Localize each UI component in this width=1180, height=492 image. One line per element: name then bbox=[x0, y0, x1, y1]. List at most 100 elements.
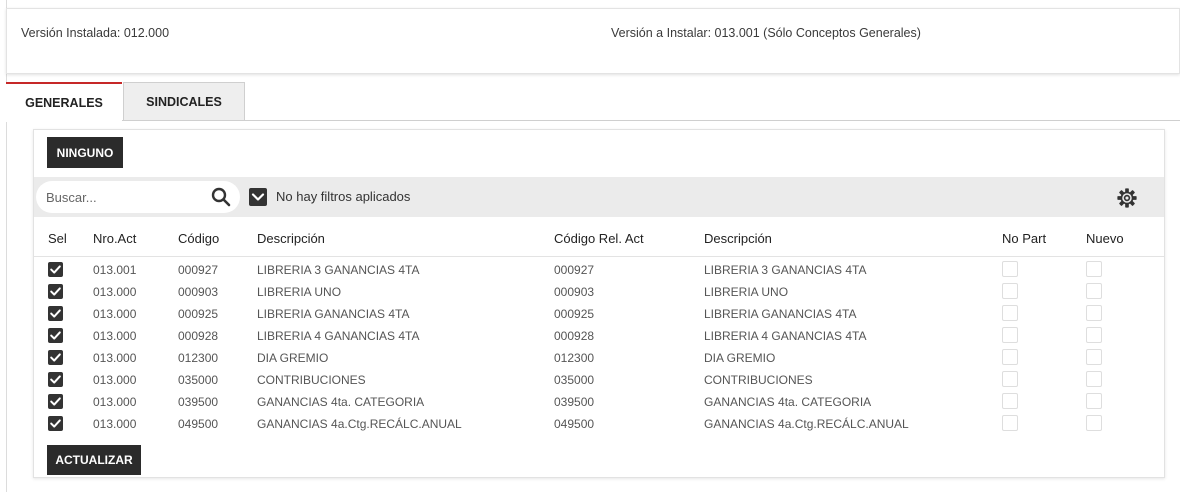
cell-codigo-rel-act: 000927 bbox=[554, 263, 595, 277]
row-select-checkbox[interactable] bbox=[48, 350, 63, 365]
no-part-checkbox[interactable] bbox=[1002, 415, 1018, 431]
gear-icon[interactable] bbox=[1116, 187, 1138, 209]
table-row: 013.001 000927 LIBRERIA 3 GANANCIAS 4TA … bbox=[34, 260, 1164, 282]
row-select-checkbox[interactable] bbox=[48, 262, 63, 277]
cell-nro-act: 013.000 bbox=[93, 329, 137, 343]
cell-descripcion: LIBRERIA GANANCIAS 4TA bbox=[257, 307, 410, 321]
row-select-checkbox[interactable] bbox=[48, 306, 63, 321]
nuevo-checkbox[interactable] bbox=[1086, 261, 1102, 277]
nuevo-checkbox[interactable] bbox=[1086, 371, 1102, 387]
column-header-codigo[interactable]: Código bbox=[178, 231, 219, 246]
checkmark-icon bbox=[50, 287, 61, 296]
checkmark-icon bbox=[50, 419, 61, 428]
cell-codigo: 012300 bbox=[178, 351, 219, 365]
chevron-down-icon bbox=[251, 193, 265, 201]
nuevo-checkbox[interactable] bbox=[1086, 415, 1102, 431]
cell-codigo-rel-act: 000903 bbox=[554, 285, 595, 299]
filter-toggle[interactable] bbox=[249, 188, 267, 206]
cell-codigo: 035000 bbox=[178, 373, 219, 387]
cell-descripcion: LIBRERIA 4 GANANCIAS 4TA bbox=[257, 329, 420, 343]
column-header-nro-act[interactable]: Nro.Act bbox=[93, 231, 136, 246]
no-part-checkbox[interactable] bbox=[1002, 371, 1018, 387]
table-row: 013.000 049500 GANANCIAS 4a.Ctg.RECÁLC.A… bbox=[34, 414, 1164, 436]
actualizar-button[interactable]: ACTUALIZAR bbox=[47, 445, 141, 475]
search-input[interactable] bbox=[46, 187, 196, 207]
nuevo-checkbox[interactable] bbox=[1086, 283, 1102, 299]
column-header-descripcion[interactable]: Descripción bbox=[257, 231, 325, 246]
checkmark-icon bbox=[50, 331, 61, 340]
table-header: Sel Nro.Act Código Descripción Código Re… bbox=[34, 217, 1164, 257]
install-version-label: Versión a Instalar: 013.001 (Sólo Concep… bbox=[611, 26, 921, 40]
cell-codigo: 000928 bbox=[178, 329, 219, 343]
filter-bar: No hay filtros aplicados bbox=[34, 177, 1164, 217]
no-part-checkbox[interactable] bbox=[1002, 283, 1018, 299]
cell-descripcion: LIBRERIA UNO bbox=[257, 285, 342, 299]
cell-nro-act: 013.000 bbox=[93, 373, 137, 387]
table-row: 013.000 000903 LIBRERIA UNO 000903 LIBRE… bbox=[34, 282, 1164, 304]
nuevo-checkbox[interactable] bbox=[1086, 327, 1102, 343]
cell-nro-act: 013.001 bbox=[93, 263, 137, 277]
cell-descripcion: GANANCIAS 4ta. CATEGORIA bbox=[257, 395, 425, 409]
no-part-checkbox[interactable] bbox=[1002, 327, 1018, 343]
row-select-checkbox[interactable] bbox=[48, 372, 63, 387]
cell-descripcion: DIA GREMIO bbox=[257, 351, 329, 365]
checkmark-icon bbox=[50, 265, 61, 274]
cell-descripcion-rel: LIBRERIA 3 GANANCIAS 4TA bbox=[704, 263, 867, 277]
cell-descripcion-rel: GANANCIAS 4a.Ctg.RECÁLC.ANUAL bbox=[704, 417, 909, 431]
tab-generales[interactable]: GENERALES bbox=[6, 82, 122, 122]
cell-descripcion-rel: LIBRERIA UNO bbox=[704, 285, 789, 299]
no-part-checkbox[interactable] bbox=[1002, 393, 1018, 409]
no-part-checkbox[interactable] bbox=[1002, 261, 1018, 277]
checkmark-icon bbox=[50, 397, 61, 406]
row-select-checkbox[interactable] bbox=[48, 284, 63, 299]
no-part-checkbox[interactable] bbox=[1002, 349, 1018, 365]
cell-codigo-rel-act: 035000 bbox=[554, 373, 595, 387]
cell-descripcion: GANANCIAS 4a.Ctg.RECÁLC.ANUAL bbox=[257, 417, 462, 431]
table-row: 013.000 000928 LIBRERIA 4 GANANCIAS 4TA … bbox=[34, 326, 1164, 348]
cell-codigo: 000927 bbox=[178, 263, 219, 277]
checkmark-icon bbox=[50, 309, 61, 318]
cell-descripcion-rel: CONTRIBUCIONES bbox=[704, 373, 813, 387]
version-info-panel: Versión Instalada: 012.000 Versión a Ins… bbox=[6, 8, 1180, 74]
cell-codigo-rel-act: 000928 bbox=[554, 329, 595, 343]
cell-codigo-rel-act: 012300 bbox=[554, 351, 595, 365]
cell-nro-act: 013.000 bbox=[93, 417, 137, 431]
row-select-checkbox[interactable] bbox=[48, 394, 63, 409]
installed-version-label: Versión Instalada: 012.000 bbox=[21, 26, 170, 40]
cell-codigo-rel-act: 049500 bbox=[554, 417, 595, 431]
row-select-checkbox[interactable] bbox=[48, 328, 63, 343]
cell-nro-act: 013.000 bbox=[93, 395, 137, 409]
cell-descripcion-rel: LIBRERIA 4 GANANCIAS 4TA bbox=[704, 329, 867, 343]
nuevo-checkbox[interactable] bbox=[1086, 393, 1102, 409]
cell-codigo: 039500 bbox=[178, 395, 219, 409]
checkmark-icon bbox=[50, 375, 61, 384]
checkmark-icon bbox=[50, 353, 61, 362]
search-icon[interactable] bbox=[211, 187, 231, 207]
cell-codigo: 000903 bbox=[178, 285, 219, 299]
cell-descripcion-rel: DIA GREMIO bbox=[704, 351, 776, 365]
tab-sindicales[interactable]: SINDICALES bbox=[123, 82, 245, 121]
column-header-descripcion-rel[interactable]: Descripción bbox=[704, 231, 772, 246]
cell-descripcion: CONTRIBUCIONES bbox=[257, 373, 366, 387]
ninguno-button[interactable]: NINGUNO bbox=[47, 137, 123, 168]
table-row: 013.000 039500 GANANCIAS 4ta. CATEGORIA … bbox=[34, 392, 1164, 414]
column-header-no-part[interactable]: No Part bbox=[1002, 231, 1046, 246]
cell-descripcion-rel: GANANCIAS 4ta. CATEGORIA bbox=[704, 395, 872, 409]
no-part-checkbox[interactable] bbox=[1002, 305, 1018, 321]
nuevo-checkbox[interactable] bbox=[1086, 349, 1102, 365]
cell-codigo-rel-act: 000925 bbox=[554, 307, 595, 321]
concepts-panel: NINGUNO No hay filtros aplicados bbox=[33, 129, 1165, 478]
column-header-nuevo[interactable]: Nuevo bbox=[1086, 231, 1124, 246]
tab-bar: GENERALES SINDICALES bbox=[6, 82, 1180, 122]
cell-codigo: 000925 bbox=[178, 307, 219, 321]
table-row: 013.000 000925 LIBRERIA GANANCIAS 4TA 00… bbox=[34, 304, 1164, 326]
cell-descripcion: LIBRERIA 3 GANANCIAS 4TA bbox=[257, 263, 420, 277]
row-select-checkbox[interactable] bbox=[48, 416, 63, 431]
cell-nro-act: 013.000 bbox=[93, 351, 137, 365]
column-header-sel[interactable]: Sel bbox=[48, 231, 67, 246]
cell-codigo-rel-act: 039500 bbox=[554, 395, 595, 409]
nuevo-checkbox[interactable] bbox=[1086, 305, 1102, 321]
cell-descripcion-rel: LIBRERIA GANANCIAS 4TA bbox=[704, 307, 857, 321]
column-header-codigo-rel-act[interactable]: Código Rel. Act bbox=[554, 231, 644, 246]
search-box bbox=[36, 181, 240, 213]
